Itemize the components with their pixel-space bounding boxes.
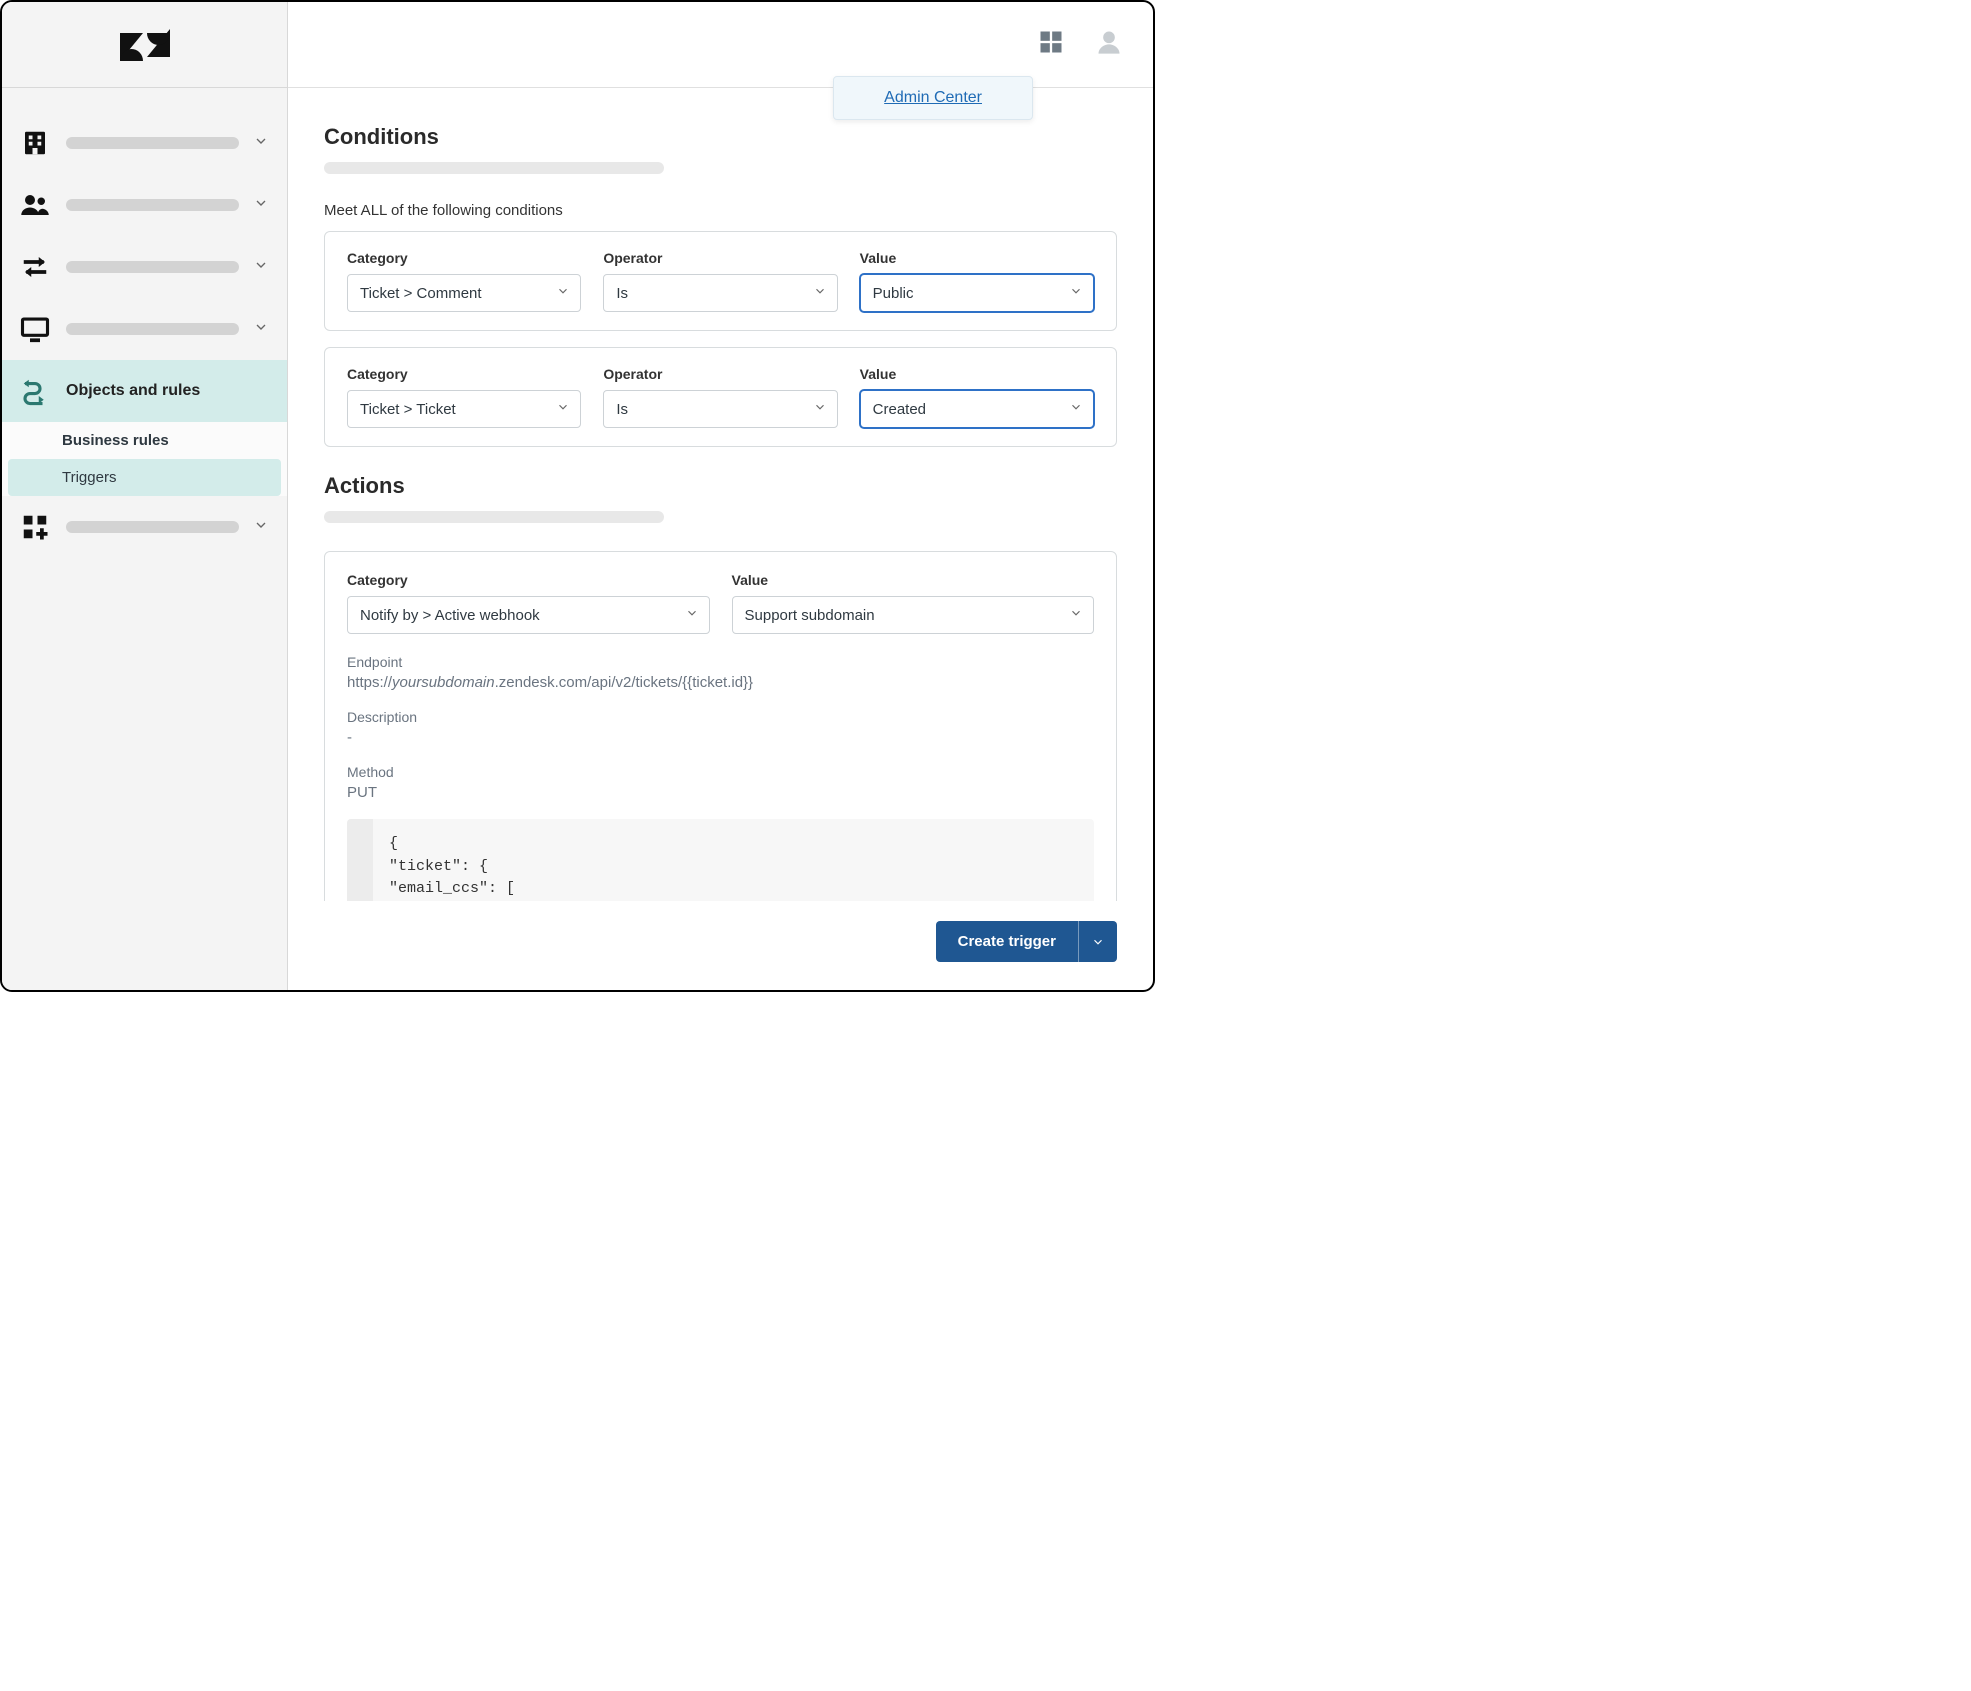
chevron-down-icon	[556, 400, 570, 418]
nav-placeholder	[66, 323, 239, 335]
select-value: Notify by > Active webhook	[360, 607, 540, 624]
nav-placeholder	[66, 261, 239, 273]
value-label: Value	[860, 250, 1094, 266]
sub-nav: Business rules Triggers	[2, 422, 287, 496]
content: Conditions Meet ALL of the following con…	[288, 88, 1153, 901]
main: Admin Center Conditions Meet ALL of the …	[288, 2, 1153, 990]
select-value: Ticket > Ticket	[360, 401, 456, 418]
nav-item-1[interactable]	[2, 112, 287, 174]
logo[interactable]	[2, 2, 287, 88]
operator-label: Operator	[603, 250, 837, 266]
action-category-select[interactable]: Notify by > Active webhook	[347, 596, 710, 634]
category-label: Category	[347, 250, 581, 266]
code-gutter	[347, 819, 373, 901]
chevron-down-icon	[685, 606, 699, 624]
nav-item-3[interactable]	[2, 236, 287, 298]
select-value: Ticket > Comment	[360, 285, 482, 302]
people-icon	[18, 188, 52, 222]
nav-item-4[interactable]	[2, 298, 287, 360]
chevron-down-icon	[253, 195, 271, 216]
chevron-down-icon	[1091, 935, 1105, 949]
nav-label: Objects and rules	[66, 382, 271, 400]
description-label: Description	[347, 709, 1094, 725]
select-value: Support subdomain	[745, 607, 875, 624]
user-avatar-icon[interactable]	[1095, 28, 1123, 61]
building-icon	[18, 126, 52, 160]
chevron-down-icon	[253, 517, 271, 538]
chevron-down-icon	[253, 319, 271, 340]
endpoint-value: https://yoursubdomain.zendesk.com/api/v2…	[347, 674, 1094, 691]
sidebar: Objects and rules Business rules Trigger…	[2, 2, 288, 990]
select-value: Is	[616, 285, 628, 302]
conditions-title: Conditions	[324, 124, 1117, 150]
chevron-down-icon	[1069, 284, 1083, 302]
operator-select[interactable]: Is	[603, 390, 837, 428]
code-block: { "ticket": { "email_ccs": [ { "user_id"…	[347, 819, 1094, 901]
chevron-down-icon	[813, 284, 827, 302]
method-value: PUT	[347, 784, 1094, 801]
value-select[interactable]: Public	[860, 274, 1094, 312]
sub-item-triggers[interactable]: Triggers	[8, 459, 281, 496]
select-value: Created	[873, 401, 926, 418]
condition-card: Category Ticket > Ticket Operator Is	[324, 347, 1117, 447]
nav-placeholder	[66, 137, 239, 149]
chevron-down-icon	[813, 400, 827, 418]
description-value: -	[347, 729, 1094, 746]
chevron-down-icon	[253, 257, 271, 278]
meet-all-label: Meet ALL of the following conditions	[324, 202, 1117, 219]
nav-placeholder	[66, 199, 239, 211]
footer: Create trigger	[288, 901, 1153, 990]
actions-title: Actions	[324, 473, 1117, 499]
create-trigger-group: Create trigger	[936, 921, 1117, 962]
chevron-down-icon	[556, 284, 570, 302]
code-body: { "ticket": { "email_ccs": [ { "user_id"…	[373, 819, 666, 901]
endpoint-label: Endpoint	[347, 654, 1094, 670]
apps-grid-icon[interactable]	[1037, 28, 1065, 61]
nav-item-2[interactable]	[2, 174, 287, 236]
category-label: Category	[347, 366, 581, 382]
sub-heading-business-rules[interactable]: Business rules	[2, 422, 287, 459]
workflow-icon	[18, 374, 52, 408]
nav-placeholder	[66, 521, 239, 533]
admin-center-pill: Admin Center	[833, 76, 1033, 120]
method-label: Method	[347, 764, 1094, 780]
app-window: Objects and rules Business rules Trigger…	[0, 0, 1155, 992]
nav-item-6[interactable]	[2, 496, 287, 558]
action-value-select[interactable]: Support subdomain	[732, 596, 1095, 634]
category-select[interactable]: Ticket > Ticket	[347, 390, 581, 428]
value-label: Value	[732, 572, 1095, 588]
value-select[interactable]: Created	[860, 390, 1094, 428]
condition-card: Category Ticket > Comment Operator Is	[324, 231, 1117, 331]
actions-card: Category Notify by > Active webhook Valu…	[324, 551, 1117, 901]
create-trigger-button[interactable]: Create trigger	[936, 921, 1078, 962]
operator-select[interactable]: Is	[603, 274, 837, 312]
monitor-icon	[18, 312, 52, 346]
category-label: Category	[347, 572, 710, 588]
nav-item-objects-rules[interactable]: Objects and rules	[2, 360, 287, 422]
placeholder-bar	[324, 511, 664, 523]
create-trigger-dropdown[interactable]	[1078, 921, 1117, 962]
chevron-down-icon	[1069, 606, 1083, 624]
nav: Objects and rules Business rules Trigger…	[2, 88, 287, 558]
placeholder-bar	[324, 162, 664, 174]
admin-center-link[interactable]: Admin Center	[884, 89, 982, 106]
select-value: Public	[873, 285, 914, 302]
operator-label: Operator	[603, 366, 837, 382]
arrows-icon	[18, 250, 52, 284]
apps-add-icon	[18, 510, 52, 544]
chevron-down-icon	[253, 133, 271, 154]
category-select[interactable]: Ticket > Comment	[347, 274, 581, 312]
value-label: Value	[860, 366, 1094, 382]
zendesk-logo-icon	[120, 25, 170, 65]
chevron-down-icon	[1069, 400, 1083, 418]
select-value: Is	[616, 401, 628, 418]
